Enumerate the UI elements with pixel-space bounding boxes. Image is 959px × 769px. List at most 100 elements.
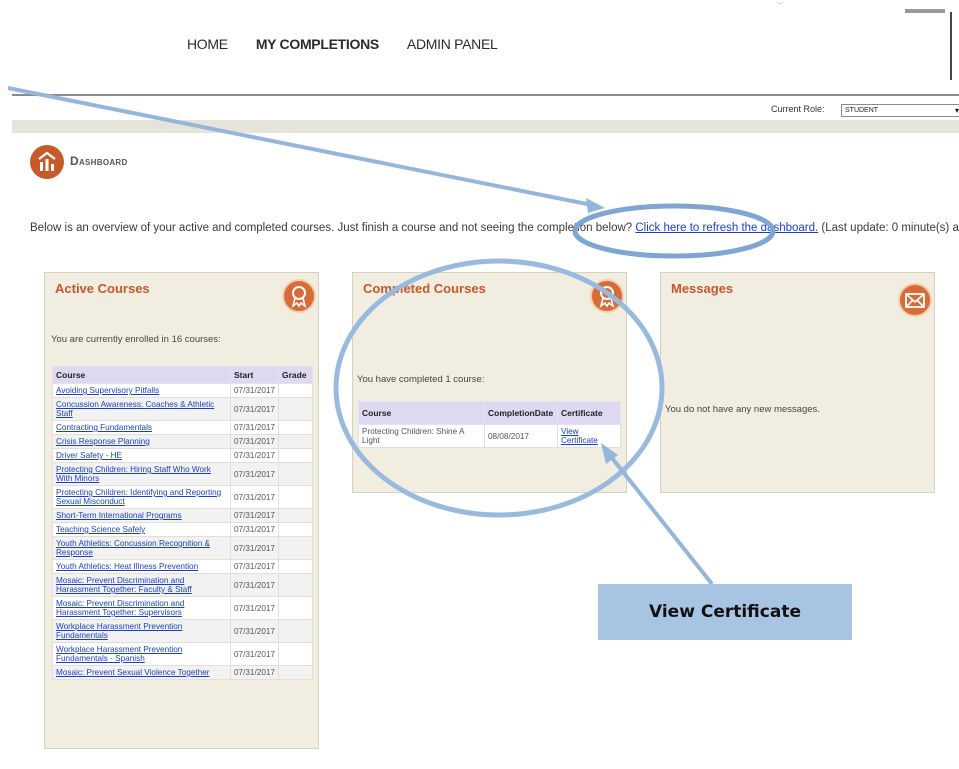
table-row: Protecting Children: Hiring Staff Who Wo… <box>52 462 313 486</box>
panel-title: Messages <box>671 281 734 296</box>
column-header: CompletionDate <box>484 401 558 425</box>
grade-cell <box>278 434 313 449</box>
certificate-cell: View Certificate <box>557 424 621 448</box>
table-row: Avoiding Supervisory Pitfalls 07/31/2017 <box>52 383 313 398</box>
messages-panel: Messages You do not have any new message… <box>660 272 935 493</box>
course-link[interactable]: Workplace Harassment Prevention Fundamen… <box>56 645 182 663</box>
course-cell: Mosaic: Prevent Sexual Violence Together <box>52 665 231 680</box>
course-link[interactable]: Protecting Children: Identifying and Rep… <box>56 488 221 506</box>
grade-cell <box>278 596 313 620</box>
start-date-cell: 07/31/2017 <box>230 665 279 680</box>
table-row: Workplace Harassment Prevention Fundamen… <box>52 642 313 666</box>
toolbar-strip <box>12 120 959 133</box>
grade-cell <box>278 508 313 523</box>
course-link[interactable]: Crisis Response Planning <box>56 437 150 446</box>
course-link[interactable]: Youth Athletics: Heat Illness Prevention <box>56 562 198 571</box>
course-link[interactable]: Youth Athletics: Concussion Recognition … <box>56 539 210 557</box>
dashboard-intro: Below is an overview of your active and … <box>30 222 959 234</box>
no-messages-note: You do not have any new messages. <box>665 404 820 415</box>
course-cell: Teaching Science Safely <box>52 522 231 537</box>
start-date-cell: 07/31/2017 <box>230 448 279 463</box>
table-row: Crisis Response Planning 07/31/2017 <box>52 434 313 449</box>
table-row: Protecting Children: Shine A Light 08/08… <box>358 424 621 448</box>
column-header: Course <box>358 401 485 425</box>
course-cell: Mosaic: Prevent Discrimination and Haras… <box>52 573 231 597</box>
grade-cell <box>278 462 313 486</box>
course-link[interactable]: Mosaic: Prevent Sexual Violence Together <box>56 668 210 677</box>
course-link[interactable]: Avoiding Supervisory Pitfalls <box>56 386 159 395</box>
start-date-cell: 07/31/2017 <box>230 596 279 620</box>
start-date-cell: 07/31/2017 <box>230 397 279 421</box>
nav-divider <box>12 94 959 96</box>
course-cell: Mosaic: Prevent Discrimination and Haras… <box>52 596 231 620</box>
start-date-cell: 07/31/2017 <box>230 642 279 666</box>
grade-cell <box>278 522 313 537</box>
table-row: Concussion Awareness: Coaches & Athletic… <box>52 397 313 421</box>
start-date-cell: 07/31/2017 <box>230 462 279 486</box>
nav-home[interactable]: HOME <box>187 36 228 52</box>
course-cell: Driver Safety - HE <box>52 448 231 463</box>
table-row: Contracting Fundamentals 07/31/2017 <box>52 420 313 435</box>
table-header-row: Course CompletionDate Certificate <box>358 401 621 425</box>
award-ribbon-icon <box>282 279 316 313</box>
course-link[interactable]: Mosaic: Prevent Discrimination and Haras… <box>56 576 192 594</box>
grade-cell <box>278 485 313 509</box>
course-link[interactable]: Workplace Harassment Prevention Fundamen… <box>56 622 182 640</box>
refresh-dashboard-link[interactable]: Click here to refresh the dashboard. <box>635 222 818 234</box>
column-header: Course <box>52 366 231 384</box>
course-link[interactable]: Protecting Children: Hiring Staff Who Wo… <box>56 465 211 483</box>
course-cell: Youth Athletics: Concussion Recognition … <box>52 536 231 560</box>
chevron-down-icon: ▾ <box>954 106 959 115</box>
course-link[interactable]: Teaching Science Safely <box>56 525 145 534</box>
intro-text: Below is an overview of your active and … <box>30 222 633 234</box>
dashboard-icon <box>30 145 64 179</box>
course-link[interactable]: Concussion Awareness: Coaches & Athletic… <box>56 400 214 418</box>
start-date-cell: 07/31/2017 <box>230 508 279 523</box>
envelope-icon <box>898 283 932 317</box>
header-bar <box>905 9 945 13</box>
annotation-arrowhead <box>586 198 605 213</box>
start-date-cell: 07/31/2017 <box>230 383 279 398</box>
completed-count-note: You have completed 1 course: <box>357 374 485 385</box>
active-courses-table: Course Start Grade Avoiding Supervisory … <box>52 366 313 680</box>
start-date-cell: 07/31/2017 <box>230 573 279 597</box>
start-date-cell: 07/31/2017 <box>230 522 279 537</box>
last-update-text: (Last update: 0 minute(s) ago) <box>821 222 959 234</box>
table-row: Teaching Science Safely 07/31/2017 <box>52 522 313 537</box>
annotation-callout: View Certificate <box>598 584 852 640</box>
role-value: STUDENT <box>845 107 879 114</box>
view-certificate-link[interactable]: View Certificate <box>561 427 598 445</box>
table-row: Youth Athletics: Heat Illness Prevention… <box>52 559 313 574</box>
course-link[interactable]: Mosaic: Prevent Discrimination and Haras… <box>56 599 184 617</box>
grade-cell <box>278 448 313 463</box>
table-row: Protecting Children: Identifying and Rep… <box>52 485 313 509</box>
award-ribbon-icon <box>590 279 624 313</box>
nav-admin-panel[interactable]: ADMIN PANEL <box>407 36 498 52</box>
role-label: Current Role: <box>771 104 825 114</box>
column-header: Grade <box>278 366 313 384</box>
nav-my-completions[interactable]: MY COMPLETIONS <box>256 36 379 52</box>
course-link[interactable]: Short-Term International Programs <box>56 511 182 520</box>
course-link[interactable]: Contracting Fundamentals <box>56 423 152 432</box>
table-header-row: Course Start Grade <box>52 366 313 384</box>
table-row: Youth Athletics: Concussion Recognition … <box>52 536 313 560</box>
course-cell: Youth Athletics: Heat Illness Prevention <box>52 559 231 574</box>
table-row: Mosaic: Prevent Discrimination and Haras… <box>52 596 313 620</box>
course-cell: Crisis Response Planning <box>52 434 231 449</box>
table-row: Driver Safety - HE 07/31/2017 <box>52 448 313 463</box>
start-date-cell: 07/31/2017 <box>230 485 279 509</box>
top-navigation: HOME MY COMPLETIONS ADMIN PANEL <box>0 0 959 96</box>
start-date-cell: 07/31/2017 <box>230 536 279 560</box>
completed-courses-panel: Completed Courses You have completed 1 c… <box>352 272 627 493</box>
course-cell: Protecting Children: Identifying and Rep… <box>52 485 231 509</box>
completed-courses-table: Course CompletionDate Certificate Protec… <box>358 401 621 448</box>
column-header: Certificate <box>557 401 621 425</box>
course-link[interactable]: Driver Safety - HE <box>56 451 122 460</box>
table-row: Mosaic: Prevent Discrimination and Haras… <box>52 573 313 597</box>
course-cell: Workplace Harassment Prevention Fundamen… <box>52 619 231 643</box>
start-date-cell: 07/31/2017 <box>230 559 279 574</box>
role-select[interactable]: STUDENT ▾ <box>841 104 959 117</box>
page-title: Dashboard <box>70 154 128 168</box>
start-date-cell: 07/31/2017 <box>230 619 279 643</box>
grade-cell <box>278 665 313 680</box>
